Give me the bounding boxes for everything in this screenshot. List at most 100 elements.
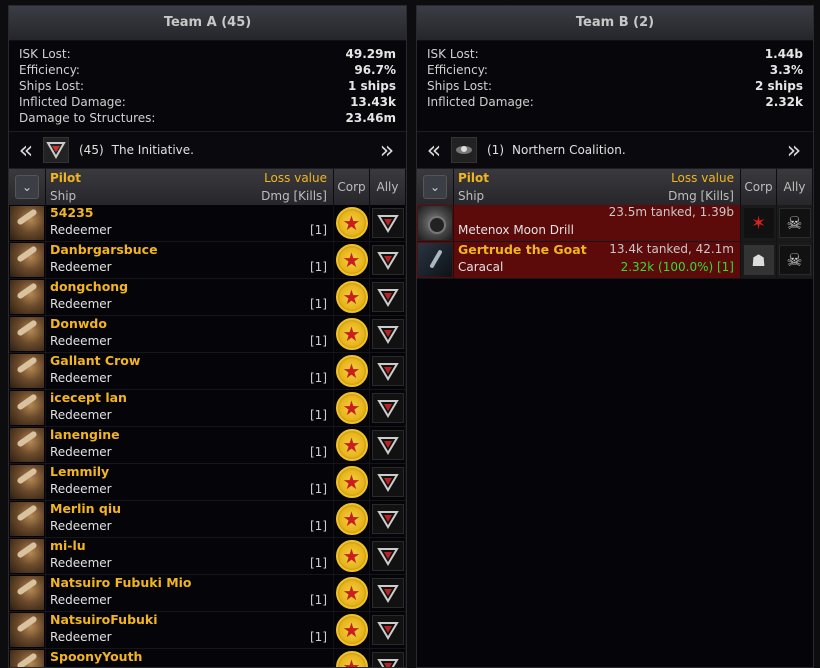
ship-icon[interactable] [418,206,452,240]
alliance-name[interactable]: (45) The Initiative. [79,143,194,157]
loss-value-col-label[interactable]: Loss value [264,171,327,185]
ship-icon[interactable] [10,206,44,240]
ship-name[interactable]: Redeemer [50,445,112,459]
pilot-name[interactable]: Danbrgarsbuce [50,242,158,257]
ally-logo-icon[interactable]: ☠ [778,208,811,238]
ship-icon[interactable] [10,354,44,388]
ally-logo-icon[interactable] [371,578,404,608]
table-row[interactable]: icecept lan Redeemer [1] ★ [9,389,406,427]
corp-logo-icon[interactable]: ★ [335,651,368,667]
pilot-name[interactable]: 54235 [50,205,94,220]
table-row[interactable]: Gallant Crow Redeemer [1] ★ [9,352,406,390]
corp-logo-icon[interactable]: ★ [335,207,368,239]
ship-name[interactable]: Redeemer [50,408,112,422]
table-row[interactable]: dongchong Redeemer [1] ★ [9,278,406,316]
corp-logo-icon[interactable]: ★ [335,244,368,276]
ship-col-label[interactable]: Ship [458,189,484,203]
ship-icon[interactable] [10,576,44,610]
double-chevron-left-icon[interactable]: « [15,138,37,162]
ship-name[interactable]: Redeemer [50,371,112,385]
corp-logo-icon[interactable]: ★ [335,392,368,424]
pilot-name[interactable]: NatsuiroFubuki [50,612,158,627]
pilot-col-label[interactable]: Pilot [458,171,489,185]
double-chevron-left-icon[interactable]: « [423,138,445,162]
ally-logo-icon[interactable]: ☠ [778,245,811,275]
table-row[interactable]: Donwdo Redeemer [1] ★ [9,315,406,353]
ally-logo-icon[interactable] [371,356,404,386]
corp-logo-icon[interactable]: ★ [335,503,368,535]
pilot-name[interactable]: lanengine [50,427,120,442]
pilot-name[interactable]: Donwdo [50,316,107,331]
ally-logo-icon[interactable] [371,393,404,423]
table-row[interactable]: Lemmily Redeemer [1] ★ [9,463,406,501]
ally-logo-icon[interactable] [371,319,404,349]
double-chevron-down-icon[interactable]: ⌄ [15,175,39,199]
ship-icon[interactable] [10,317,44,351]
ship-icon[interactable] [418,243,452,277]
double-chevron-right-icon[interactable]: » [783,138,805,162]
pilot-name[interactable]: Gallant Crow [50,353,140,368]
ally-logo-icon[interactable] [371,208,404,238]
corp-logo-icon[interactable]: ★ [335,318,368,350]
corp-logo-icon[interactable]: ★ [335,577,368,609]
ship-name[interactable]: Redeemer [50,334,112,348]
corp-logo-icon[interactable]: ✶ [743,208,774,238]
ally-logo-icon[interactable] [371,541,404,571]
corp-logo-icon[interactable]: ★ [335,540,368,572]
ally-logo-icon[interactable] [371,615,404,645]
pilot-name[interactable]: dongchong [50,279,128,294]
ally-logo-icon[interactable] [371,652,404,667]
loss-value-col-label[interactable]: Loss value [671,171,734,185]
corp-logo-icon[interactable]: ★ [335,355,368,387]
corp-logo-icon[interactable]: ☗ [743,245,774,275]
ship-icon[interactable] [10,613,44,647]
alliance-logo[interactable] [451,137,477,163]
table-row[interactable]: Merlin qiu Redeemer [1] ★ [9,500,406,538]
table-row[interactable]: Natsuiro Fubuki Mio Redeemer [1] ★ [9,574,406,612]
ship-name[interactable]: Redeemer [50,297,112,311]
pilot-name[interactable]: Natsuiro Fubuki Mio [50,575,192,590]
pilot-col-label[interactable]: Pilot [50,171,81,185]
ship-icon[interactable] [10,502,44,536]
double-chevron-down-icon[interactable]: ⌄ [423,175,447,199]
corp-logo-icon[interactable]: ★ [335,429,368,461]
ship-name[interactable]: Caracal [458,260,503,274]
ship-icon[interactable] [10,539,44,573]
ship-icon[interactable] [10,650,44,667]
ship-name[interactable]: Redeemer [50,223,112,237]
ally-logo-icon[interactable] [371,504,404,534]
ship-name[interactable]: Redeemer [50,482,112,496]
ship-name[interactable]: Redeemer [50,556,112,570]
ship-name[interactable]: Redeemer [50,593,112,607]
pilot-name[interactable]: SpoonyYouth [50,649,142,664]
dmg-col-label[interactable]: Dmg [Kills] [261,189,327,203]
table-row[interactable]: Metenox Moon Drill 23.5m tanked, 1.39b ✶… [417,205,813,242]
table-row[interactable]: mi-lu Redeemer [1] ★ [9,537,406,575]
ally-logo-icon[interactable] [371,467,404,497]
corp-logo-icon[interactable]: ★ [335,281,368,313]
ship-icon[interactable] [10,465,44,499]
table-row[interactable]: Gertrude the Goat Caracal 13.4k tanked, … [417,241,813,279]
pilot-name[interactable]: mi-lu [50,538,86,553]
corp-logo-icon[interactable]: ★ [335,614,368,646]
table-row[interactable]: SpoonyYouthRedeemer[1]★ [9,648,406,667]
ship-name[interactable]: Metenox Moon Drill [458,223,574,237]
ship-icon[interactable] [10,428,44,462]
table-row[interactable]: Danbrgarsbuce Redeemer [1] ★ [9,241,406,279]
double-chevron-right-icon[interactable]: » [376,138,398,162]
ally-logo-icon[interactable] [371,282,404,312]
ship-name[interactable]: Redeemer [50,630,112,644]
table-row[interactable]: NatsuiroFubuki Redeemer [1] ★ [9,611,406,649]
corp-logo-icon[interactable]: ★ [335,466,368,498]
pilot-name[interactable]: Gertrude the Goat [458,242,587,257]
ship-name[interactable]: Redeemer [50,260,112,274]
pilot-name[interactable]: icecept lan [50,390,127,405]
ship-col-label[interactable]: Ship [50,189,76,203]
ally-logo-icon[interactable] [371,245,404,275]
alliance-logo[interactable] [43,137,69,163]
ship-icon[interactable] [10,280,44,314]
ship-icon[interactable] [10,391,44,425]
pilot-name[interactable]: Merlin qiu [50,501,121,516]
table-row[interactable]: 54235 Redeemer [1] ★ [9,205,406,242]
pilot-name[interactable]: Lemmily [50,464,109,479]
